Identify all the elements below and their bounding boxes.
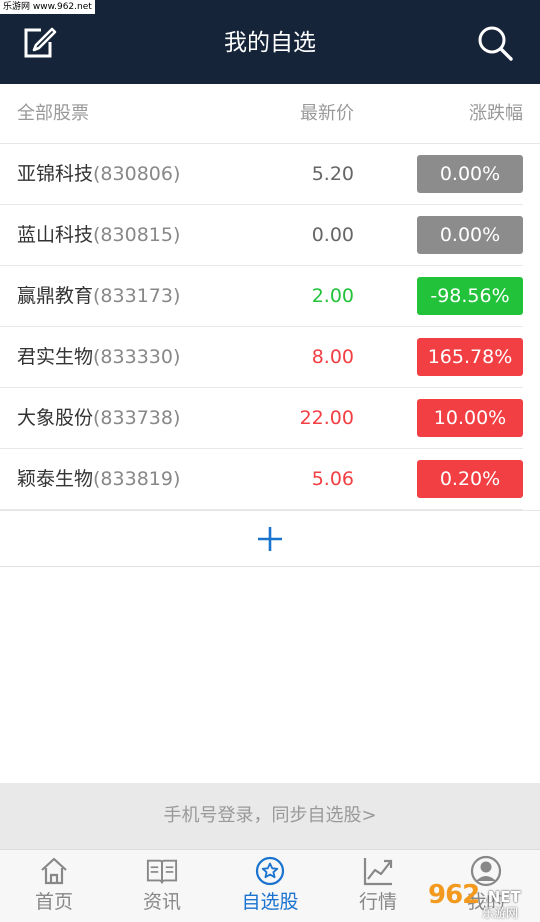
chart-icon <box>363 858 393 886</box>
tab-label-home: 首页 <box>34 891 73 913</box>
stock-price: 8.00 <box>311 346 354 368</box>
tab-label-watchlist: 自选股 <box>241 891 299 913</box>
stock-change-badge[interactable]: 0.00% <box>417 216 523 254</box>
tab-watchlist[interactable]: 自选股 <box>216 850 324 922</box>
stock-code: (833173) <box>93 285 181 307</box>
stock-name: 蓝山科技(830815) <box>17 222 180 248</box>
stock-change-badge[interactable]: 0.00% <box>417 155 523 193</box>
tab-news[interactable]: 资讯 <box>108 850 216 922</box>
tab-home[interactable]: 首页 <box>0 850 108 922</box>
stock-price: 5.06 <box>311 468 354 490</box>
stock-name: 颖泰生物(833819) <box>17 466 180 492</box>
stock-change-badge[interactable]: 0.20% <box>417 460 523 498</box>
column-header: 全部股票 最新价 涨跌幅 <box>0 84 540 144</box>
add-stock-button[interactable] <box>0 510 540 567</box>
stock-change-badge[interactable]: 165.78% <box>417 338 523 376</box>
stock-name-text: 亚锦科技 <box>17 163 94 185</box>
star-icon <box>255 856 285 886</box>
page-title: 我的自选 <box>224 30 316 56</box>
stock-name-text: 大象股份 <box>17 407 94 429</box>
column-price[interactable]: 最新价 <box>300 102 354 126</box>
stock-name-text: 蓝山科技 <box>17 224 94 246</box>
stock-row[interactable]: 赢鼎教育(833173) 2.00 -98.56% <box>0 266 540 327</box>
book-icon <box>146 859 178 884</box>
watermark-logo-num: 962 <box>428 880 480 910</box>
stock-code: (833738) <box>93 407 181 429</box>
stock-change-badge[interactable]: -98.56% <box>417 277 523 315</box>
stock-name-text: 赢鼎教育 <box>17 285 94 307</box>
stock-list: 亚锦科技(830806) 5.20 0.00% 蓝山科技(830815) 0.00 0.0… <box>0 144 540 510</box>
stock-name: 亚锦科技(830806) <box>17 161 180 187</box>
tab-label-market: 行情 <box>358 891 397 913</box>
stock-row[interactable]: 蓝山科技(830815) 0.00 0.00% <box>0 205 540 266</box>
stock-code: (833819) <box>93 468 181 490</box>
column-change[interactable]: 涨跌幅 <box>469 102 523 126</box>
stock-code: (833330) <box>93 346 181 368</box>
watermark-top: 乐游网 www.962.net <box>0 0 95 14</box>
search-icon <box>478 26 513 61</box>
stock-name-text: 颖泰生物 <box>17 468 94 490</box>
search-button[interactable] <box>474 22 516 64</box>
column-name[interactable]: 全部股票 <box>17 102 89 126</box>
stock-name: 大象股份(833738) <box>17 405 180 431</box>
watermark-logo: 962 .NET 乐游网 <box>418 880 536 920</box>
stock-code: (830815) <box>93 224 181 246</box>
stock-row[interactable]: 大象股份(833738) 22.00 10.00% <box>0 388 540 449</box>
stock-price: 0.00 <box>311 224 354 246</box>
home-icon <box>41 857 67 885</box>
stock-change-badge[interactable]: 10.00% <box>417 399 523 437</box>
stock-name: 君实生物(833330) <box>17 344 180 370</box>
stock-code: (830806) <box>93 163 181 185</box>
stock-row[interactable]: 君实生物(833330) 8.00 165.78% <box>0 327 540 388</box>
login-sync-link[interactable]: 手机号登录，同步自选股> <box>0 783 540 849</box>
stock-price: 22.00 <box>299 407 354 429</box>
plus-icon <box>258 526 282 551</box>
stock-row[interactable]: 亚锦科技(830806) 5.20 0.00% <box>0 144 540 205</box>
watermark-logo-sub: 乐游网 <box>482 906 519 920</box>
tab-label-news: 资讯 <box>142 891 181 913</box>
stock-price: 5.20 <box>311 163 354 185</box>
stock-name-text: 君实生物 <box>17 346 94 368</box>
stock-name: 赢鼎教育(833173) <box>17 283 180 309</box>
stock-price: 2.00 <box>311 285 354 307</box>
stock-row[interactable]: 颖泰生物(833819) 5.06 0.20% <box>0 449 540 510</box>
tab-market[interactable]: 行情 <box>324 850 432 922</box>
